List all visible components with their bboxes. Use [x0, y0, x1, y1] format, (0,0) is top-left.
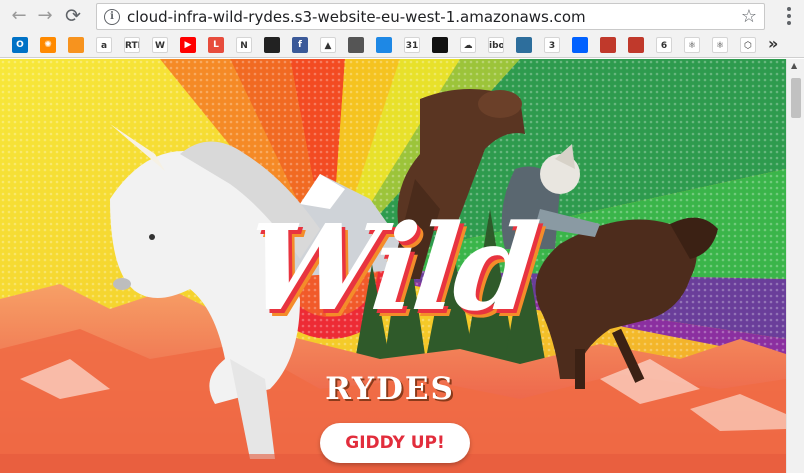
bookmark-cube-icon[interactable]: ⬡: [740, 37, 756, 53]
browser-toolbar: ← → ⟳ i cloud-infra-wild-rydes.s3-websit…: [0, 0, 804, 32]
bookmark-bookmark-12-icon[interactable]: ▲: [320, 37, 336, 53]
bookmark-iboss-icon[interactable]: iboss: [488, 37, 504, 53]
hero-title-caps: RYDES: [325, 371, 455, 407]
scrollbar-thumb[interactable]: [791, 78, 801, 118]
bookmark-l-icon[interactable]: L: [208, 37, 224, 53]
bookmark-bookmark-23-icon[interactable]: [628, 37, 644, 53]
url-text[interactable]: cloud-infra-wild-rydes.s3-website-eu-wes…: [127, 8, 586, 26]
bookmark-layers-icon[interactable]: [516, 37, 532, 53]
bookmark-netflix-icon[interactable]: N: [236, 37, 252, 53]
reload-icon[interactable]: ⟳: [60, 3, 86, 29]
bookmark-dropbox-icon[interactable]: [572, 37, 588, 53]
bookmark-facebook-icon[interactable]: f: [292, 37, 308, 53]
bookmark-react-2-icon[interactable]: ⚛: [712, 37, 728, 53]
bookmark-three-icon[interactable]: 3: [544, 37, 560, 53]
bookmark-amazon-icon[interactable]: a: [96, 37, 112, 53]
bookmark-box-icon[interactable]: [68, 37, 84, 53]
bookmarks-bar: » O ✺ a RTÉ W ▶ LNf ▲ 31 ☁ iboss 3 6 ⚛ ⚛ ⬡: [0, 32, 804, 58]
forward-arrow-icon[interactable]: →: [32, 3, 58, 29]
address-bar[interactable]: i cloud-infra-wild-rydes.s3-website-eu-w…: [96, 3, 765, 30]
bookmark-github-icon[interactable]: [432, 37, 448, 53]
giddy-up-button[interactable]: GIDDY UP!: [320, 423, 470, 463]
bookmark-bookmark-13-icon[interactable]: [348, 37, 364, 53]
star-icon[interactable]: ☆: [741, 6, 757, 27]
bookmark-outlook-icon[interactable]: O: [12, 37, 28, 53]
bookmarks-overflow-icon[interactable]: »: [768, 34, 778, 53]
page-viewport: Wild RYDES GIDDY UP! ▲: [0, 59, 804, 473]
menu-icon[interactable]: [779, 6, 799, 26]
bookmark-cloud-icon[interactable]: ☁: [460, 37, 476, 53]
bookmark-six-icon[interactable]: 6: [656, 37, 672, 53]
page-scrollbar[interactable]: ▲: [786, 59, 804, 473]
scroll-up-arrow-icon[interactable]: ▲: [791, 61, 797, 70]
back-arrow-icon[interactable]: ←: [6, 3, 32, 29]
bookmark-youtube-icon[interactable]: ▶: [180, 37, 196, 53]
bookmark-calendar-icon[interactable]: 31: [404, 37, 420, 53]
hero-title-script: Wild: [239, 198, 541, 337]
bookmark-react-1-icon[interactable]: ⚛: [684, 37, 700, 53]
hero-banner: Wild RYDES GIDDY UP!: [0, 59, 786, 473]
bookmark-nhl-icon[interactable]: [264, 37, 280, 53]
bookmark-sun-icon[interactable]: ✺: [40, 37, 56, 53]
bookmark-bookmark-22-icon[interactable]: [600, 37, 616, 53]
info-icon[interactable]: i: [104, 8, 120, 25]
bookmark-pocket-icon[interactable]: [376, 37, 392, 53]
bookmark-wikipedia-icon[interactable]: W: [152, 37, 168, 53]
bookmark-rte-icon[interactable]: RTÉ: [124, 37, 140, 53]
